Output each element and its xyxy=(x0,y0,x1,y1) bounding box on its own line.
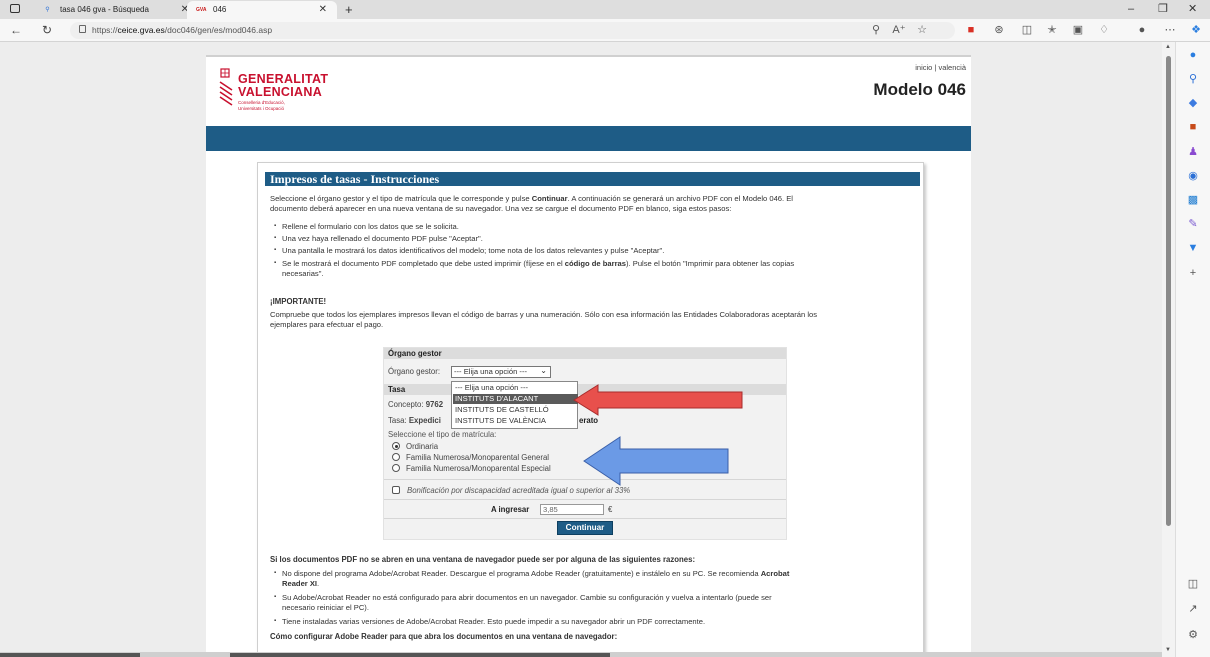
settings-icon[interactable]: ⚙ xyxy=(1186,628,1200,642)
link-valencia[interactable]: valencià xyxy=(938,63,966,72)
header-band xyxy=(206,126,971,151)
divider xyxy=(384,518,786,519)
back-icon[interactable]: ← xyxy=(10,22,22,38)
red-arrow-annotation xyxy=(573,384,743,416)
organo-select[interactable]: --- Elija una opción --- ⌄ xyxy=(451,366,551,378)
list-item: Una vez haya rellenado el documento PDF … xyxy=(272,234,483,244)
collections-icon[interactable]: ▣ xyxy=(1070,22,1086,38)
designer-icon[interactable]: ✎ xyxy=(1186,217,1200,231)
link-inicio[interactable]: inicio xyxy=(915,63,932,72)
list-item: Se le mostrará el documento PDF completa… xyxy=(272,259,912,278)
tab-actions-icon[interactable] xyxy=(10,4,20,13)
sidebar-toggle-icon[interactable]: ◫ xyxy=(1186,577,1200,591)
ingresar-field[interactable]: 3,85 xyxy=(540,504,604,515)
extension-icon[interactable]: ■ xyxy=(963,22,979,38)
ingresar-label: A ingresar xyxy=(491,505,530,514)
copilot-icon[interactable]: ❖ xyxy=(1188,22,1204,38)
read-aloud-icon[interactable]: A⁺ xyxy=(891,22,907,38)
important-text: Compruebe que todos los ejemplares impre… xyxy=(270,310,818,329)
restore-icon[interactable]: ❐ xyxy=(1158,0,1168,19)
list-item: Una pantalla le mostrará los datos ident… xyxy=(272,246,664,256)
section-tasa-label: Tasa xyxy=(388,385,406,394)
org-subtitle: Conselleria d'Educació, Universitats i O… xyxy=(238,100,285,111)
divider xyxy=(384,499,786,500)
config-title: Cómo configurar Adobe Reader para que ab… xyxy=(270,632,618,641)
scroll-up-icon[interactable]: ▲ xyxy=(1165,44,1171,50)
add-icon[interactable]: + xyxy=(1186,266,1200,280)
tab-title: tasa 046 gva - Búsqueda xyxy=(60,5,149,14)
copilot-small-icon[interactable]: ⊛ xyxy=(991,22,1007,38)
section-header xyxy=(384,348,786,359)
list-item: No dispone del programa Adobe/Acrobat Re… xyxy=(272,569,912,588)
games-icon[interactable]: ♟ xyxy=(1186,145,1200,159)
radio-label: Familia Numerosa/Monoparental Especial xyxy=(406,464,551,473)
refresh-icon[interactable]: ↻ xyxy=(42,22,52,38)
favorites-icon[interactable]: ✭ xyxy=(1044,22,1060,38)
scroll-down-icon[interactable]: ▼ xyxy=(1165,647,1171,653)
radio-ordinaria[interactable] xyxy=(392,442,400,450)
radio-label: Familia Numerosa/Monoparental General xyxy=(406,453,550,462)
blue-arrow-annotation xyxy=(583,436,729,486)
more-icon[interactable]: ⋯ xyxy=(1162,22,1178,38)
intro-text: Seleccione el órgano gestor y el tipo de… xyxy=(270,194,793,213)
concepto-row: Concepto: 9762 xyxy=(388,400,444,409)
discapacidad-checkbox[interactable] xyxy=(392,486,400,494)
chevron-down-icon: ⌄ xyxy=(540,366,547,375)
card-title: Impresos de tasas - Instrucciones xyxy=(270,172,440,186)
dropdown-option[interactable]: INSTITUTS DE VALÈNCIA xyxy=(453,416,578,426)
reasons-title: Si los documentos PDF no se abren en una… xyxy=(270,555,696,564)
dropdown-option[interactable]: INSTITUTS DE CASTELLÓ xyxy=(453,405,578,415)
language-links: inicio | valencià xyxy=(915,63,966,72)
lock-icon xyxy=(79,25,86,33)
scroll-thumb[interactable] xyxy=(1166,56,1171,526)
generalitat-logo-icon xyxy=(219,68,233,106)
dropdown-option[interactable]: INSTITUTS D'ALACANT xyxy=(453,394,578,404)
external-link-icon[interactable]: ↗ xyxy=(1186,602,1200,616)
office-icon[interactable]: ◉ xyxy=(1186,169,1200,183)
org-name: GENERALITAT VALENCIANA xyxy=(238,72,329,99)
browser-sidebar: ● ⚲ ◆ ■ ♟ ◉ ▩ ✎ ▼ + ◫ ↗ ⚙ xyxy=(1175,42,1210,657)
tab-bar: ⚲ tasa 046 gva - Búsqueda ✕ GVA 046 ✕ + … xyxy=(0,0,1210,19)
search-icon: ⚲ xyxy=(45,7,50,13)
url-text[interactable]: https://ceice.gva.es/doc046/gen/es/mod04… xyxy=(92,22,272,38)
section-organo-label: Órgano gestor xyxy=(388,349,442,358)
performance-icon[interactable]: ♢ xyxy=(1096,22,1112,38)
radio-numerosa-especial[interactable] xyxy=(392,464,400,472)
tab-search[interactable]: ⚲ tasa 046 gva - Búsqueda ✕ xyxy=(34,1,199,19)
close-icon[interactable]: ✕ xyxy=(319,1,327,19)
tasa-row: Tasa: Expedici xyxy=(388,416,441,425)
plus-icon[interactable]: + xyxy=(345,1,353,18)
important-title: ¡IMPORTANTE! xyxy=(270,297,327,306)
list-item: Rellene el formulario con los datos que … xyxy=(272,222,459,232)
favorite-icon[interactable]: ☆ xyxy=(914,22,930,38)
search-icon[interactable]: ⚲ xyxy=(1186,72,1200,86)
dropdown-option[interactable]: --- Elija una opción --- xyxy=(453,383,578,393)
taskbar-strip xyxy=(0,652,1162,657)
tipo-label: Seleccione el tipo de matrícula: xyxy=(388,430,497,439)
minimize-icon[interactable]: – xyxy=(1128,0,1134,19)
window-close-icon[interactable]: ✕ xyxy=(1188,0,1197,19)
drop-icon[interactable]: ▼ xyxy=(1186,241,1200,255)
list-item: Su Adobe/Acrobat Reader no está configur… xyxy=(272,593,912,612)
currency-label: € xyxy=(608,505,613,514)
continue-button[interactable]: Continuar xyxy=(557,521,613,535)
organo-dropdown-list: --- Elija una opción --- INSTITUTS D'ALA… xyxy=(451,381,578,429)
briefcase-icon[interactable]: ■ xyxy=(1186,120,1200,134)
tab-title: 046 xyxy=(213,5,227,14)
page-title: Modelo 046 xyxy=(873,80,966,99)
tag-icon[interactable]: ◆ xyxy=(1186,96,1200,110)
zoom-icon[interactable]: ⚲ xyxy=(868,22,884,38)
page-scrollbar[interactable]: ▲ ▼ xyxy=(1162,42,1175,657)
profile-icon[interactable]: ● xyxy=(1134,22,1150,38)
radio-numerosa-general[interactable] xyxy=(392,453,400,461)
notification-icon[interactable]: ● xyxy=(1186,48,1200,62)
split-icon[interactable]: ◫ xyxy=(1019,22,1035,38)
gva-favicon-icon: GVA xyxy=(196,7,207,13)
radio-label: Ordinaria xyxy=(406,442,439,451)
list-item: Tiene instaladas varias versiones de Ado… xyxy=(272,617,912,627)
tab-046[interactable]: GVA 046 ✕ xyxy=(187,1,337,19)
organo-label: Órgano gestor: xyxy=(388,367,441,376)
outlook-icon[interactable]: ▩ xyxy=(1186,193,1200,207)
